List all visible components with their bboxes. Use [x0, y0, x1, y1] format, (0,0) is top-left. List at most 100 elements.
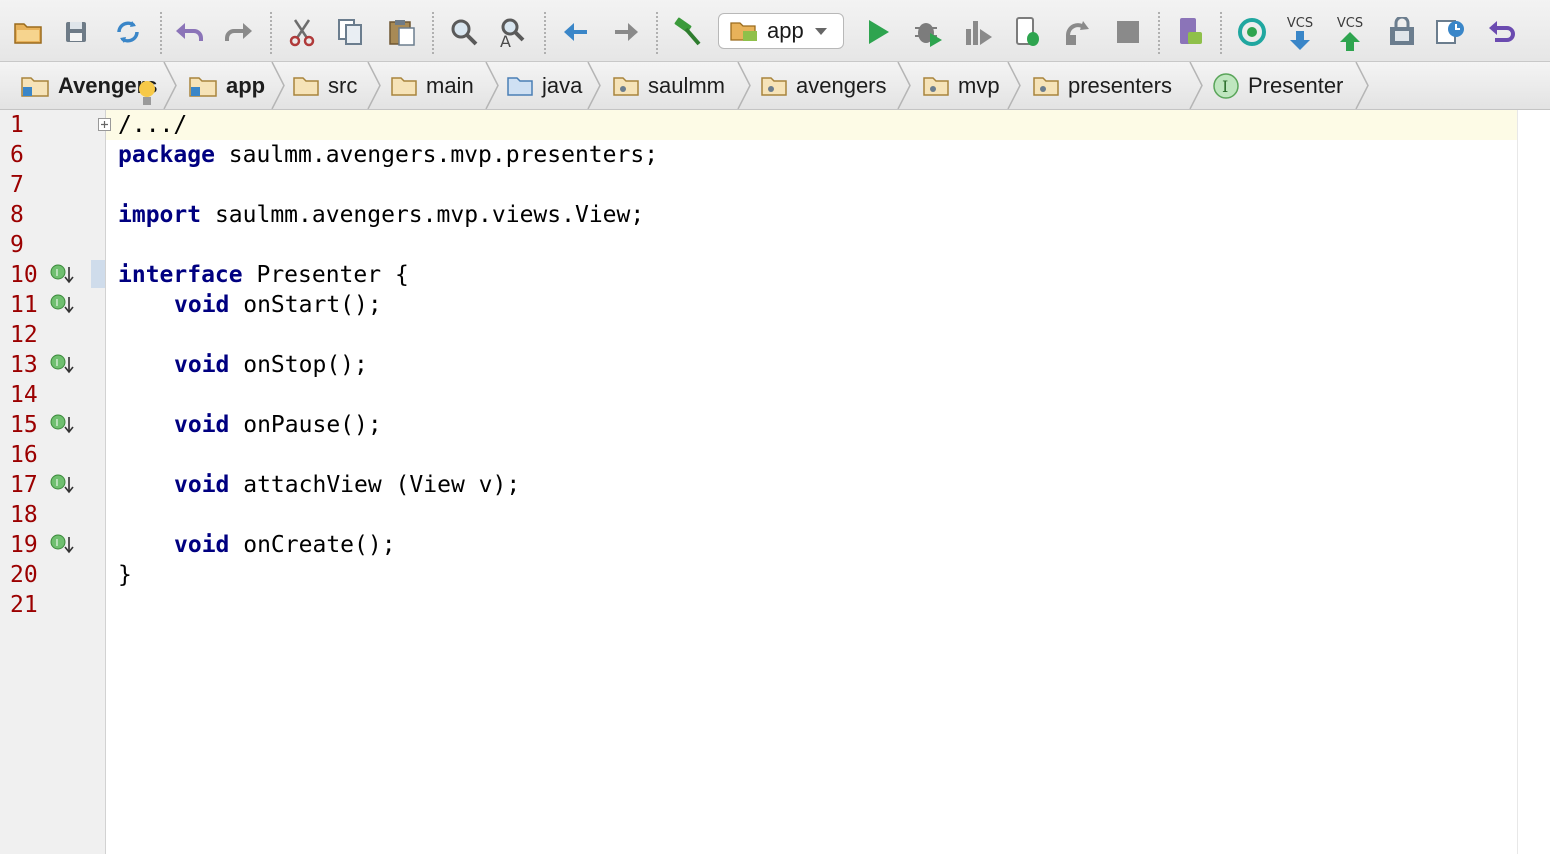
- run-icon[interactable]: [860, 12, 896, 52]
- breadcrumb-label: saulmm: [648, 72, 726, 98]
- profile-icon[interactable]: [960, 12, 996, 52]
- breadcrumb: Avengers app src main java saulmm avenge…: [0, 62, 1550, 110]
- code-editor[interactable]: 1 6 7 8 9 10 11 12 13 14 15 16 17 18 19 …: [0, 110, 1550, 854]
- cut-icon[interactable]: [284, 12, 320, 52]
- sync-gradle-icon[interactable]: [1234, 12, 1270, 52]
- breadcrumb-item-mvp[interactable]: mvp: [922, 62, 1000, 109]
- breadcrumb-item-avengers-pkg[interactable]: avengers: [760, 62, 887, 109]
- change-marker: [91, 260, 105, 288]
- package-icon: [1033, 76, 1059, 96]
- forward-arrow-icon[interactable]: [608, 12, 644, 52]
- apply-changes-icon[interactable]: [1060, 12, 1096, 52]
- line-number: 18: [10, 502, 38, 528]
- redo-icon[interactable]: [220, 12, 256, 52]
- vcs-update-label: VCS: [1286, 16, 1314, 31]
- code-text: onStart();: [229, 292, 382, 318]
- code-text: onPause();: [229, 412, 382, 438]
- line-number: 10: [10, 262, 38, 288]
- package-icon: [761, 76, 787, 96]
- breadcrumb-separator-icon: [1189, 62, 1203, 109]
- history-icon[interactable]: [1432, 12, 1468, 52]
- breadcrumb-label: main: [426, 72, 474, 98]
- sync-icon[interactable]: [110, 12, 146, 52]
- keyword: package: [118, 142, 215, 168]
- current-line-highlight: [106, 110, 1518, 140]
- code-line[interactable]: /.../: [118, 110, 187, 140]
- breadcrumb-item-presenter[interactable]: I Presenter: [1212, 62, 1343, 109]
- breadcrumb-label: presenters: [1068, 72, 1172, 98]
- find-icon[interactable]: [446, 12, 482, 52]
- breadcrumb-separator-icon: [485, 62, 499, 109]
- code-line[interactable]: void onPause();: [174, 410, 382, 440]
- undo-icon[interactable]: [172, 12, 208, 52]
- code-line[interactable]: void onCreate();: [174, 530, 396, 560]
- line-number: 8: [10, 202, 24, 228]
- svg-text:I: I: [1222, 77, 1228, 96]
- breadcrumb-separator-icon: [737, 62, 751, 109]
- keyword: import: [118, 202, 202, 228]
- paste-icon[interactable]: [384, 12, 420, 52]
- attach-debugger-icon[interactable]: [1010, 12, 1046, 52]
- code-line[interactable]: import saulmm.avengers.mvp.views.View;: [118, 200, 644, 230]
- breadcrumb-label: src: [328, 72, 358, 98]
- line-number: 11: [10, 292, 38, 318]
- copy-icon[interactable]: [332, 12, 368, 52]
- breadcrumb-item-presenters[interactable]: presenters: [1032, 62, 1172, 109]
- line-number: 13: [10, 352, 38, 378]
- line-number: 9: [10, 232, 24, 258]
- implemented-marker-icon[interactable]: I: [50, 473, 76, 495]
- module-folder-icon: [189, 76, 217, 97]
- svg-text:I: I: [56, 538, 59, 549]
- code-line[interactable]: void attachView (View v);: [174, 470, 520, 500]
- code-line[interactable]: void onStart();: [174, 290, 382, 320]
- code-text: onStop();: [229, 352, 368, 378]
- keyword: void: [174, 352, 230, 378]
- implemented-marker-icon[interactable]: I: [50, 413, 76, 435]
- keyword: interface: [118, 262, 243, 288]
- sdk-manager-icon[interactable]: [1384, 12, 1420, 52]
- line-number: 20: [10, 562, 38, 588]
- replace-icon[interactable]: A: [494, 12, 530, 52]
- folder-icon: [293, 76, 319, 96]
- implemented-marker-icon[interactable]: I: [50, 293, 76, 315]
- breadcrumb-separator-icon: [1007, 62, 1021, 109]
- revert-icon[interactable]: [1484, 12, 1520, 52]
- code-line[interactable]: }: [118, 560, 132, 590]
- implemented-marker-icon[interactable]: I: [50, 353, 76, 375]
- implemented-marker-icon[interactable]: I: [50, 263, 76, 285]
- svg-text:I: I: [56, 298, 59, 309]
- vcs-commit-icon[interactable]: VCS: [1332, 12, 1368, 52]
- breadcrumb-separator-icon: [271, 62, 285, 109]
- run-configuration-select[interactable]: app: [718, 13, 844, 49]
- breadcrumb-item-java[interactable]: java: [506, 62, 582, 109]
- build-hammer-icon[interactable]: [670, 12, 706, 52]
- folded-import-block[interactable]: /.../: [118, 112, 187, 138]
- code-line[interactable]: interface Presenter {: [118, 260, 409, 290]
- debug-icon[interactable]: [910, 12, 946, 52]
- code-line[interactable]: void onStop();: [174, 350, 368, 380]
- breadcrumb-item-src[interactable]: src: [292, 62, 357, 109]
- breadcrumb-item-app[interactable]: app: [188, 62, 265, 109]
- lightbulb-icon[interactable]: [138, 80, 156, 108]
- folder-icon: [391, 76, 417, 96]
- code-text: Presenter {: [242, 262, 409, 288]
- stop-icon[interactable]: [1110, 12, 1146, 52]
- save-icon[interactable]: [58, 12, 94, 52]
- breadcrumb-separator-icon: [367, 62, 381, 109]
- breadcrumb-item-saulmm[interactable]: saulmm: [612, 62, 725, 109]
- line-number: 19: [10, 532, 38, 558]
- breadcrumb-label: Presenter: [1248, 72, 1344, 98]
- breadcrumb-item-avengers[interactable]: Avengers: [20, 62, 157, 109]
- back-arrow-icon[interactable]: [558, 12, 594, 52]
- breadcrumb-item-main[interactable]: main: [390, 62, 474, 109]
- line-number: 21: [10, 592, 38, 618]
- implemented-marker-icon[interactable]: I: [50, 533, 76, 555]
- fold-expand-icon[interactable]: [98, 118, 111, 131]
- avd-manager-icon[interactable]: [1172, 12, 1208, 52]
- interface-icon: I: [1213, 72, 1239, 99]
- open-folder-icon[interactable]: [10, 12, 46, 52]
- code-line[interactable]: package saulmm.avengers.mvp.presenters;: [118, 140, 658, 170]
- vcs-update-icon[interactable]: VCS: [1282, 12, 1318, 52]
- breadcrumb-separator-icon: [897, 62, 911, 109]
- keyword: void: [174, 472, 230, 498]
